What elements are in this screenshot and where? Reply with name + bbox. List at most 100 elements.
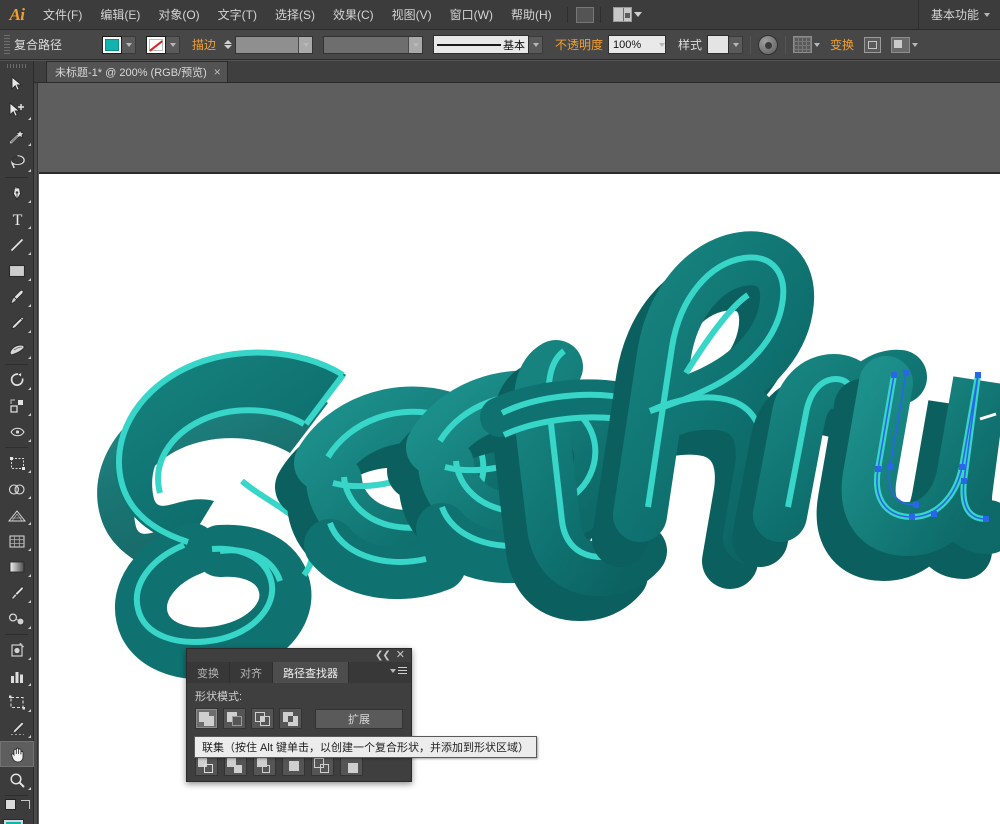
intersect-button[interactable] bbox=[251, 708, 274, 729]
artboard-tool[interactable] bbox=[0, 689, 34, 715]
exclude-button[interactable] bbox=[279, 708, 302, 729]
free-transform-tool[interactable] bbox=[0, 450, 34, 476]
panel-title-bar[interactable]: ❮❮ ✕ bbox=[187, 649, 411, 662]
stroke-color-control[interactable] bbox=[146, 35, 180, 54]
tools-panel: T bbox=[0, 61, 34, 824]
mesh-tool[interactable] bbox=[0, 528, 34, 554]
menu-file[interactable]: 文件(F) bbox=[34, 0, 91, 30]
magic-wand-tool[interactable] bbox=[0, 123, 34, 149]
menu-effect[interactable]: 效果(C) bbox=[324, 0, 383, 30]
stroke-dropdown-button[interactable] bbox=[166, 35, 180, 54]
zoom-tool[interactable] bbox=[0, 767, 34, 793]
collapse-icon[interactable]: ❮❮ bbox=[375, 650, 391, 661]
selection-tool[interactable] bbox=[0, 71, 34, 97]
arrange-documents-button[interactable] bbox=[607, 0, 648, 30]
divide-button[interactable] bbox=[195, 755, 218, 776]
menu-help[interactable]: 帮助(H) bbox=[502, 0, 561, 30]
tab-transform[interactable]: 变换 bbox=[187, 662, 230, 683]
align-icon[interactable] bbox=[864, 36, 882, 53]
canvas-area[interactable]: ❮❮ ✕ 变换 对齐 路径查找器 形状模式: 扩展 联集（按住 Alt 键单击，… bbox=[34, 83, 1000, 824]
hand-tool[interactable] bbox=[0, 741, 34, 767]
blend-tool[interactable] bbox=[0, 606, 34, 632]
menu-edit[interactable]: 编辑(E) bbox=[91, 0, 149, 30]
minus-back-button[interactable] bbox=[340, 755, 363, 776]
pencil-tool[interactable] bbox=[0, 310, 34, 336]
menu-view[interactable]: 视图(V) bbox=[383, 0, 441, 30]
close-icon[interactable]: ✕ bbox=[396, 650, 405, 661]
tools-panel-gripper[interactable] bbox=[0, 61, 33, 71]
fill-color-swatch[interactable] bbox=[3, 819, 24, 824]
column-graph-tool[interactable] bbox=[0, 663, 34, 689]
width-tool[interactable] bbox=[0, 419, 34, 445]
menu-select[interactable]: 选择(S) bbox=[266, 0, 324, 30]
type-tool[interactable]: T bbox=[0, 206, 34, 232]
rotate-tool[interactable] bbox=[0, 367, 34, 393]
chevron-down-icon bbox=[984, 12, 990, 17]
color-mode-row bbox=[0, 798, 34, 812]
pen-tool[interactable] bbox=[0, 180, 34, 206]
unite-button[interactable] bbox=[195, 708, 218, 729]
close-icon[interactable]: × bbox=[214, 66, 221, 78]
stroke-profile-dropdown[interactable] bbox=[529, 35, 544, 54]
control-bar-gripper[interactable] bbox=[4, 34, 10, 55]
gradient-tool[interactable] bbox=[0, 554, 34, 580]
stroke-style-dropdown[interactable] bbox=[408, 36, 423, 53]
document-tab-title: 未标题-1* @ 200% (RGB/预览) bbox=[55, 67, 207, 79]
minus-front-button[interactable] bbox=[223, 708, 246, 729]
fill-stroke-swatches bbox=[0, 818, 34, 824]
opacity-input[interactable]: 100% bbox=[608, 35, 667, 54]
expand-button[interactable]: 扩展 bbox=[315, 708, 403, 729]
default-colors-icon[interactable] bbox=[5, 799, 16, 810]
arrange-documents-icon bbox=[612, 7, 632, 22]
artwork-3d-text[interactable] bbox=[34, 83, 1000, 824]
bridge-icon[interactable] bbox=[575, 6, 594, 23]
tool-divider bbox=[5, 795, 28, 796]
direct-selection-tool[interactable] bbox=[0, 97, 34, 123]
stroke-weight-stepper[interactable] bbox=[222, 36, 234, 54]
panel-menu-button[interactable] bbox=[390, 667, 407, 674]
menu-window[interactable]: 窗口(W) bbox=[441, 0, 502, 30]
stroke-style-select[interactable] bbox=[323, 35, 424, 54]
fill-swatch[interactable] bbox=[102, 35, 122, 54]
stroke-weight-dropdown[interactable] bbox=[298, 36, 313, 53]
rectangle-tool[interactable] bbox=[0, 258, 34, 284]
control-divider-2 bbox=[785, 35, 787, 54]
workspace-switcher[interactable]: 基本功能 bbox=[917, 0, 1000, 30]
outline-button[interactable] bbox=[311, 755, 334, 776]
mask-dropdown[interactable] bbox=[812, 36, 822, 54]
blob-brush-tool[interactable] bbox=[0, 336, 34, 362]
pathfinder-panel[interactable]: ❮❮ ✕ 变换 对齐 路径查找器 形状模式: 扩展 bbox=[186, 648, 412, 782]
scale-tool[interactable] bbox=[0, 393, 34, 419]
stroke-weight-input[interactable] bbox=[235, 35, 314, 54]
stroke-weight-label: 描边 bbox=[192, 38, 217, 52]
line-segment-tool[interactable] bbox=[0, 232, 34, 258]
menu-type[interactable]: 文字(T) bbox=[209, 0, 266, 30]
graphic-style-dropdown[interactable] bbox=[729, 35, 744, 54]
perspective-grid-tool[interactable] bbox=[0, 502, 34, 528]
stroke-profile-select[interactable]: 基本 bbox=[433, 35, 530, 54]
arrange-objects-icon[interactable] bbox=[891, 36, 911, 53]
lasso-tool[interactable] bbox=[0, 149, 34, 175]
paintbrush-tool[interactable] bbox=[0, 284, 34, 310]
graphic-style-swatch[interactable] bbox=[707, 35, 730, 54]
merge-button[interactable] bbox=[253, 755, 276, 776]
tab-align[interactable]: 对齐 bbox=[230, 662, 273, 683]
fill-color-control[interactable] bbox=[102, 35, 136, 54]
fill-dropdown-button[interactable] bbox=[122, 35, 136, 54]
opacity-mask-icon[interactable] bbox=[793, 36, 813, 53]
slice-tool[interactable] bbox=[0, 715, 34, 741]
tab-pathfinder[interactable]: 路径查找器 bbox=[273, 662, 349, 683]
swap-colors-icon[interactable] bbox=[21, 800, 30, 809]
opacity-dropdown[interactable] bbox=[659, 42, 666, 47]
menu-object[interactable]: 对象(O) bbox=[149, 0, 208, 30]
transform-label[interactable]: 变换 bbox=[830, 36, 854, 53]
arrange-dropdown[interactable] bbox=[910, 36, 920, 54]
symbol-sprayer-tool[interactable] bbox=[0, 637, 34, 663]
trim-button[interactable] bbox=[224, 755, 247, 776]
recolor-artwork-icon[interactable] bbox=[758, 34, 779, 55]
eyedropper-tool[interactable] bbox=[0, 580, 34, 606]
crop-button[interactable] bbox=[282, 755, 305, 776]
shape-builder-tool[interactable] bbox=[0, 476, 34, 502]
document-tab[interactable]: 未标题-1* @ 200% (RGB/预览) × bbox=[46, 61, 228, 82]
stroke-swatch[interactable] bbox=[146, 35, 166, 54]
